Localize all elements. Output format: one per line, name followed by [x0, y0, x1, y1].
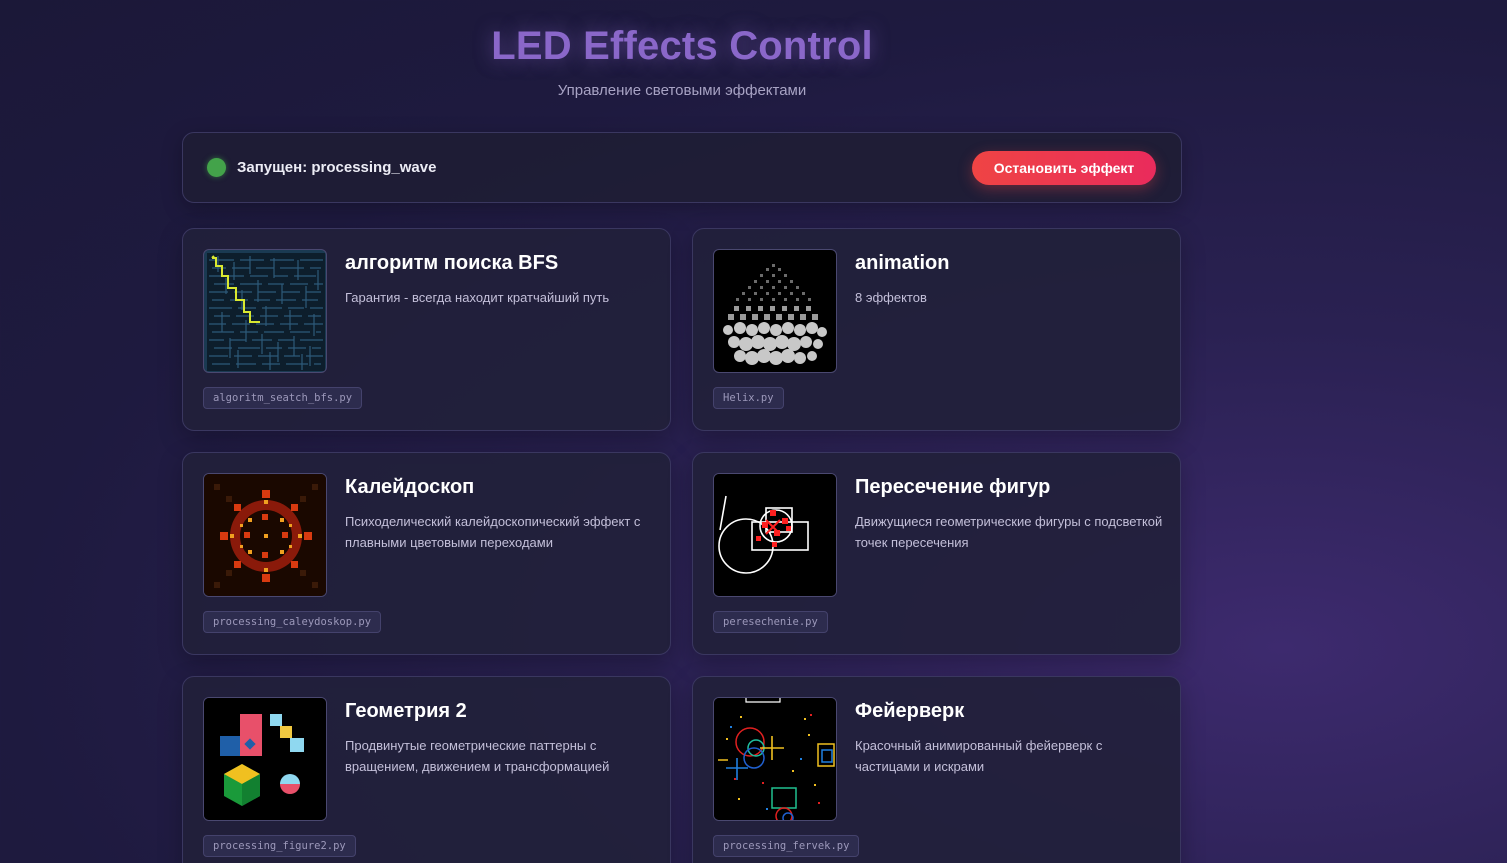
effect-file-badge: processing_figure2.py — [203, 835, 356, 857]
status-text: Запущен: processing_wave — [237, 159, 437, 176]
page-title: LED Effects Control — [491, 24, 873, 68]
effect-card-kaleidoscope[interactable]: Калейдоскоп Психоделический калейдоскопи… — [182, 452, 671, 655]
effect-title: Геометрия 2 — [345, 700, 467, 722]
effect-card-geometry2[interactable]: Геометрия 2 Продвинутые геометрические п… — [182, 676, 671, 863]
kaleidoscope-preview-icon — [203, 473, 327, 597]
effect-title: алгоритм поиска BFS — [345, 252, 559, 274]
effect-file-badge: processing_caleydoskop.py — [203, 611, 382, 633]
fireworks-preview-icon — [713, 697, 837, 821]
effect-card-animation[interactable]: animation 8 эффектов Helix.py — [692, 228, 1181, 431]
effect-card-bfs[interactable]: алгоритм поиска BFS Гарантия - всегда на… — [182, 228, 671, 431]
effect-description: Гарантия - всегда находит кратчайший пут… — [345, 290, 610, 305]
effect-description: Продвинутые геометрические паттерны с вр… — [345, 738, 610, 774]
effect-file-badge: peresechenie.py — [713, 611, 828, 633]
effect-file-badge: algoritm_seatch_bfs.py — [203, 387, 363, 409]
dot-cube-preview-icon — [713, 249, 837, 373]
status-indicator-group: Запущен: processing_wave — [207, 158, 436, 177]
status-bar: Запущен: processing_wave Остановить эффе… — [182, 132, 1182, 203]
effect-title: Фейерверк — [855, 700, 965, 722]
stop-effect-button[interactable]: Остановить эффект — [972, 150, 1156, 185]
effect-description: Красочный анимированный фейерверк с част… — [855, 738, 1103, 774]
effect-description: Психоделический калейдоскопический эффек… — [345, 514, 641, 550]
geometry-preview-icon — [203, 697, 327, 821]
page-header: LED Effects Control Управление световыми… — [182, 22, 1182, 99]
effect-card-intersection[interactable]: Пересечение фигур Движущиеся геометричес… — [692, 452, 1181, 655]
effect-description: Движущиеся геометрические фигуры с подсв… — [855, 514, 1163, 550]
shapes-intersection-preview-icon — [713, 473, 837, 597]
effect-file-badge: Helix.py — [713, 387, 784, 409]
page-subtitle: Управление световыми эффектами — [557, 82, 807, 99]
effect-title: Калейдоскоп — [345, 476, 475, 498]
effect-title: animation — [855, 252, 950, 274]
maze-preview-icon — [203, 249, 327, 373]
effect-file-badge: processing_fervek.py — [713, 835, 860, 857]
effect-title: Пересечение фигур — [855, 476, 1051, 498]
effect-description: 8 эффектов — [855, 290, 927, 305]
effect-card-fireworks[interactable]: Фейерверк Красочный анимированный фейерв… — [692, 676, 1181, 863]
status-running-dot-icon — [207, 158, 226, 177]
